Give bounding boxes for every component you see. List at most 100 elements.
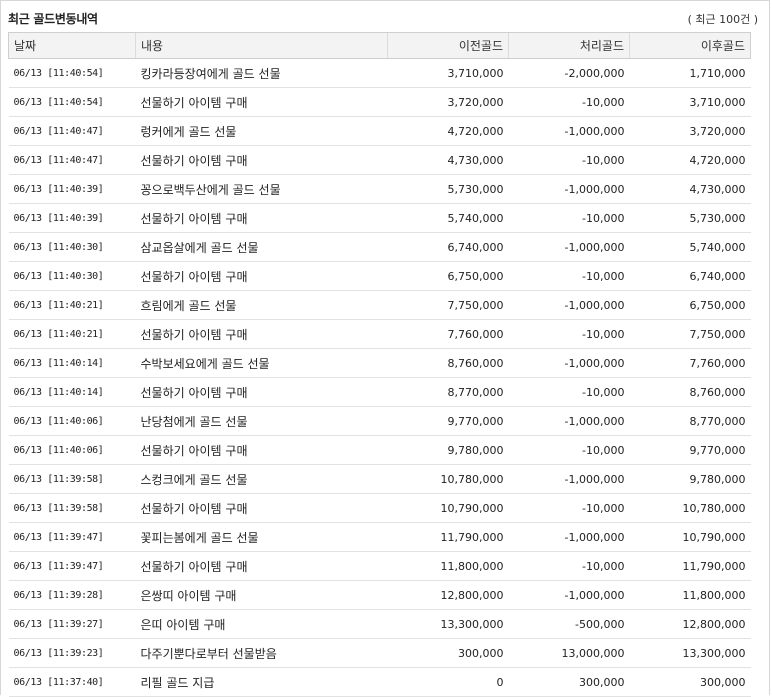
cell-description: 선물하기 아이템 구매 [135,319,388,349]
cell-after-gold: 10,790,000 [629,522,751,552]
cell-before-gold: 5,730,000 [387,174,509,204]
cell-before-gold: 6,740,000 [387,232,509,262]
table-row: 06/13 [11:40:06] 난당첨에게 골드 선물 9,770,000 -1,0… [8,406,751,436]
cell-before-gold: 7,750,000 [387,290,509,320]
cell-after-gold: 12,800,000 [629,609,751,639]
table-row: 06/13 [11:40:06] 선물하기 아이템 구매 9,780,000 -10,… [8,435,751,465]
cell-date: 06/13 [11:40:21] [8,290,136,320]
cell-before-gold: 11,800,000 [387,551,509,581]
cell-before-gold: 4,730,000 [387,145,509,175]
cell-before-gold: 3,710,000 [387,58,509,88]
cell-description: 리필 골드 지급 [135,667,388,697]
cell-date: 06/13 [11:39:27] [8,609,136,639]
cell-date: 06/13 [11:40:39] [8,174,136,204]
cell-change-gold: -1,000,000 [508,174,630,204]
table-row: 06/13 [11:40:47] 렁커에게 골드 선물 4,720,000 -1,00… [8,116,751,146]
record-count: ( 최근 100건 ) [687,13,758,26]
cell-before-gold: 300,000 [387,638,509,668]
cell-description: 은쌍띠 아이템 구매 [135,580,388,610]
table-row: 06/13 [11:39:47] 선물하기 아이템 구매 11,800,000 -10… [8,551,751,581]
cell-before-gold: 12,800,000 [387,580,509,610]
cell-before-gold: 8,770,000 [387,377,509,407]
cell-date: 06/13 [11:40:54] [8,58,136,88]
cell-description: 꽃피는봄에게 골드 선물 [135,522,388,552]
cell-description: 선물하기 아이템 구매 [135,435,388,465]
cell-change-gold: -1,000,000 [508,464,630,494]
cell-date: 06/13 [11:39:28] [8,580,136,610]
cell-change-gold: -10,000 [508,493,630,523]
table-row: 06/13 [11:40:54] 선물하기 아이템 구매 3,720,000 -10,… [8,87,751,117]
cell-after-gold: 8,770,000 [629,406,751,436]
cell-date: 06/13 [11:39:58] [8,493,136,523]
cell-change-gold: -10,000 [508,203,630,233]
table-header-row: 날짜 내용 이전골드 처리골드 이후골드 [8,32,751,59]
cell-after-gold: 7,760,000 [629,348,751,378]
table-row: 06/13 [11:40:14] 수박보세요에게 골드 선물 8,760,000 -1… [8,348,751,378]
table-row: 06/13 [11:39:58] 스컹크에게 골드 선물 10,780,000 -1,… [8,464,751,494]
cell-change-gold: -10,000 [508,319,630,349]
cell-description: 스컹크에게 골드 선물 [135,464,388,494]
column-header-description: 내용 [135,32,388,59]
cell-after-gold: 1,710,000 [629,58,751,88]
cell-description: 렁커에게 골드 선물 [135,116,388,146]
cell-description: 선물하기 아이템 구매 [135,377,388,407]
cell-after-gold: 6,750,000 [629,290,751,320]
gold-history-table: 날짜 내용 이전골드 처리골드 이후골드 06/13 [11:40:54] 킹카라… [8,32,751,697]
cell-change-gold: -10,000 [508,377,630,407]
cell-before-gold: 10,790,000 [387,493,509,523]
cell-before-gold: 10,780,000 [387,464,509,494]
column-header-date: 날짜 [8,32,136,59]
cell-date: 06/13 [11:40:06] [8,435,136,465]
table-row: 06/13 [11:40:54] 킹카라등장여에게 골드 선물 3,710,000-… [8,58,751,88]
cell-date: 06/13 [11:37:40] [8,667,136,697]
cell-change-gold: -1,000,000 [508,348,630,378]
cell-description: 선물하기 아이템 구매 [135,203,388,233]
table-row: 06/13 [11:40:39] 선물하기 아이템 구매 5,740,000 -10,… [8,203,751,233]
cell-after-gold: 5,730,000 [629,203,751,233]
table-row: 06/13 [11:40:21] 선물하기 아이템 구매 7,760,000 -10,… [8,319,751,349]
cell-after-gold: 13,300,000 [629,638,751,668]
cell-description: 선물하기 아이템 구매 [135,145,388,175]
cell-after-gold: 11,800,000 [629,580,751,610]
cell-before-gold: 11,790,000 [387,522,509,552]
cell-before-gold: 0 [387,667,509,697]
table-row: 06/13 [11:40:39] 꽁으로백두산에게 골드 선물 5,730,000-… [8,174,751,204]
cell-change-gold: -1,000,000 [508,116,630,146]
cell-change-gold: 300,000 [508,667,630,697]
cell-description: 킹카라등장여에게 골드 선물 [135,58,388,88]
cell-after-gold: 4,720,000 [629,145,751,175]
table-row: 06/13 [11:40:30] 삼교옵살에게 골드 선물 6,740,000 -1,… [8,232,751,262]
panel-title: 최근 골드변동내역 [8,12,98,26]
cell-change-gold: -500,000 [508,609,630,639]
cell-after-gold: 10,780,000 [629,493,751,523]
cell-date: 06/13 [11:40:21] [8,319,136,349]
column-header-change-gold: 처리골드 [508,32,630,59]
cell-date: 06/13 [11:40:39] [8,203,136,233]
cell-date: 06/13 [11:40:30] [8,232,136,262]
table-row: 06/13 [11:40:21] 흐림에게 골드 선물 7,750,000 -1,00… [8,290,751,320]
cell-before-gold: 6,750,000 [387,261,509,291]
cell-description: 난당첨에게 골드 선물 [135,406,388,436]
cell-date: 06/13 [11:40:47] [8,116,136,146]
cell-description: 은띠 아이템 구매 [135,609,388,639]
cell-before-gold: 9,770,000 [387,406,509,436]
cell-change-gold: -1,000,000 [508,232,630,262]
cell-before-gold: 8,760,000 [387,348,509,378]
cell-change-gold: -10,000 [508,87,630,117]
cell-description: 다주기뿐다로부터 선물받음 [135,638,388,668]
table-row: 06/13 [11:39:47] 꽃피는봄에게 골드 선물 11,790,000 -1… [8,522,751,552]
cell-description: 선물하기 아이템 구매 [135,261,388,291]
cell-change-gold: -1,000,000 [508,580,630,610]
cell-date: 06/13 [11:40:30] [8,261,136,291]
cell-after-gold: 3,710,000 [629,87,751,117]
table-row: 06/13 [11:39:23] 다주기뿐다로부터 선물받음 300,000 13,0… [8,638,751,668]
cell-before-gold: 5,740,000 [387,203,509,233]
cell-after-gold: 7,750,000 [629,319,751,349]
cell-description: 선물하기 아이템 구매 [135,551,388,581]
cell-date: 06/13 [11:39:47] [8,522,136,552]
table-row: 06/13 [11:40:47] 선물하기 아이템 구매 4,730,000 -10,… [8,145,751,175]
cell-after-gold: 3,720,000 [629,116,751,146]
cell-description: 삼교옵살에게 골드 선물 [135,232,388,262]
cell-change-gold: 13,000,000 [508,638,630,668]
cell-after-gold: 8,760,000 [629,377,751,407]
